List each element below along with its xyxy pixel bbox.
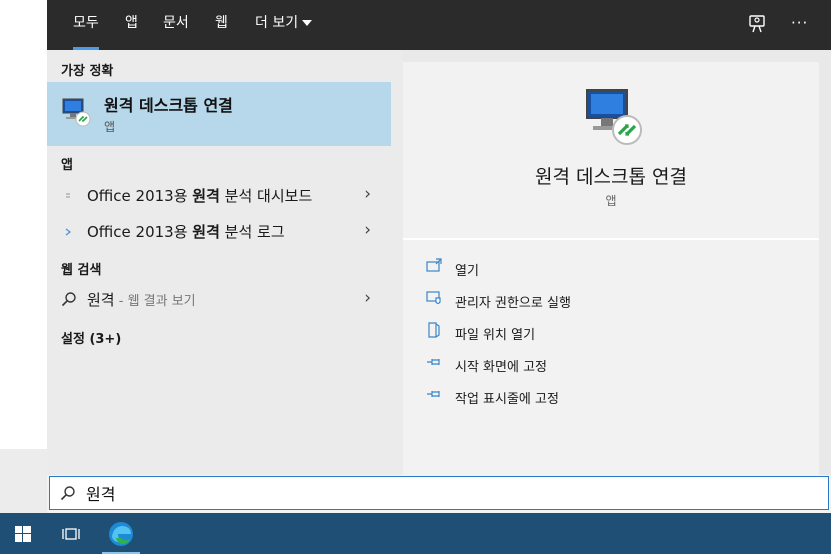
preview-title: 원격 데스크톱 연결 xyxy=(535,166,687,188)
tab-documents[interactable]: 문서 xyxy=(163,0,189,50)
results-panel: 가장 정확 원격 데스크톱 연결 앱 앱 Office 2013용 원격 분석 … xyxy=(47,50,403,475)
taskbar xyxy=(0,513,831,554)
best-match-subtitle: 앱 xyxy=(104,120,116,134)
search-box[interactable] xyxy=(49,476,829,510)
windows-start-icon[interactable] xyxy=(0,513,46,554)
chevron-right-icon[interactable]: › xyxy=(364,288,371,308)
chevron-right-icon[interactable]: › xyxy=(364,184,371,204)
office-app-icon xyxy=(61,224,77,244)
app-result-label: Office 2013용 원격 분석 대시보드 xyxy=(87,187,313,205)
search-header: 모두 앱 문서 웹 더 보기 ··· xyxy=(47,0,831,50)
action-label: 시작 화면에 고정 xyxy=(455,360,547,375)
action-pin-to-start[interactable]: 시작 화면에 고정 xyxy=(425,351,805,379)
task-view-icon[interactable] xyxy=(48,513,94,554)
divider xyxy=(403,238,819,240)
best-match-item[interactable]: 원격 데스크톱 연결 앱 xyxy=(47,82,391,146)
web-search-item[interactable]: 원격 - 웹 결과 보기 › xyxy=(47,283,391,317)
section-web-search: 웹 검색 xyxy=(61,263,102,278)
edge-browser-icon[interactable] xyxy=(98,513,144,554)
shield-run-icon xyxy=(425,289,443,311)
search-input[interactable] xyxy=(86,481,786,505)
open-icon xyxy=(425,257,443,279)
action-open-file-location[interactable]: 파일 위치 열기 xyxy=(425,319,805,347)
pin-icon xyxy=(425,353,443,375)
best-match-title: 원격 데스크톱 연결 xyxy=(104,96,233,115)
tab-apps[interactable]: 앱 xyxy=(125,0,138,50)
action-label: 열기 xyxy=(455,264,479,279)
preview-panel: 원격 데스크톱 연결 앱 열기 관리자 권한으로 실행 파일 위치 열기 시작 … xyxy=(403,62,819,475)
tab-more[interactable]: 더 보기 xyxy=(255,0,313,50)
action-label: 파일 위치 열기 xyxy=(455,328,536,343)
desktop-background-lower xyxy=(0,449,47,513)
chevron-down-icon xyxy=(302,20,313,26)
web-search-label: 원격 - 웹 결과 보기 xyxy=(87,291,196,309)
pin-icon xyxy=(425,385,443,407)
section-apps: 앱 xyxy=(61,158,73,173)
remote-desktop-icon xyxy=(61,96,91,132)
section-best-match: 가장 정확 xyxy=(61,64,114,79)
preview-subtitle: 앱 xyxy=(605,194,617,208)
file-location-icon xyxy=(425,321,443,343)
action-label: 관리자 권한으로 실행 xyxy=(455,296,571,311)
tab-web[interactable]: 웹 xyxy=(215,0,228,50)
action-label: 작업 표시줄에 고정 xyxy=(455,392,559,407)
section-settings[interactable]: 설정 (3+) xyxy=(61,328,121,347)
app-result-label: Office 2013용 원격 분석 로그 xyxy=(87,223,285,241)
app-result-item[interactable]: Office 2013용 원격 분석 로그 › xyxy=(47,215,391,249)
action-run-as-admin[interactable]: 관리자 권한으로 실행 xyxy=(425,287,805,315)
tab-more-label: 더 보기 xyxy=(255,15,299,31)
office-app-icon xyxy=(61,188,77,208)
feedback-icon[interactable] xyxy=(747,0,767,50)
search-icon xyxy=(60,485,76,505)
tab-all[interactable]: 모두 xyxy=(73,0,99,50)
search-icon xyxy=(61,291,77,311)
more-options-icon[interactable]: ··· xyxy=(791,0,808,50)
desktop-background xyxy=(0,0,47,449)
action-pin-to-taskbar[interactable]: 작업 표시줄에 고정 xyxy=(425,383,805,411)
remote-desktop-icon xyxy=(583,84,643,152)
action-open[interactable]: 열기 xyxy=(425,255,805,283)
chevron-right-icon[interactable]: › xyxy=(364,220,371,240)
app-result-item[interactable]: Office 2013용 원격 분석 대시보드 › xyxy=(47,179,391,213)
